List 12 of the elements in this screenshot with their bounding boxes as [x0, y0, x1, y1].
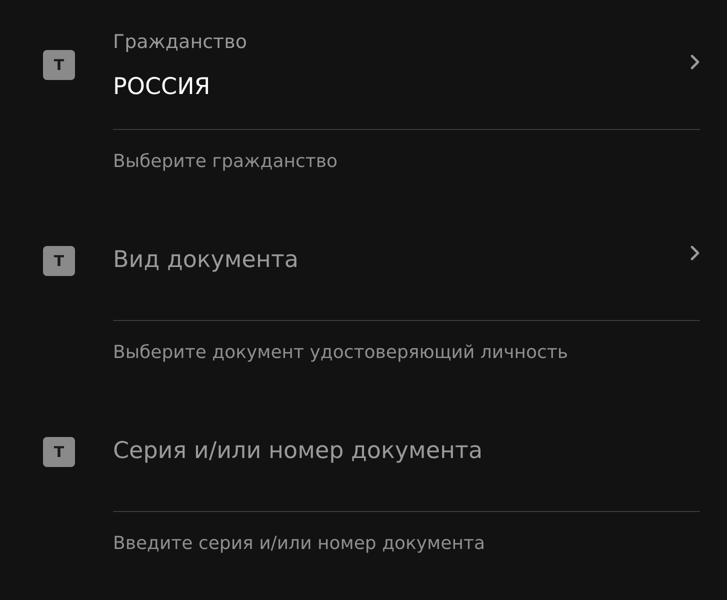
select-field[interactable]: Вид документа [113, 245, 682, 275]
helper-text: Выберите документ удостоверяющий личность [113, 342, 568, 363]
type-badge: T [43, 246, 75, 276]
helper-text: Выберите гражданство [113, 151, 338, 172]
select-field[interactable]: РОССИЯ [113, 72, 682, 102]
type-badge: T [43, 50, 75, 80]
input-field[interactable]: Серия и/или номер документа [113, 436, 700, 466]
chevron-right-icon [690, 245, 700, 261]
chevron-right-icon [690, 54, 700, 70]
helper-text: Введите серия и/или номер документа [113, 533, 485, 554]
type-badge: T [43, 437, 75, 467]
field-label: Гражданство [113, 30, 248, 54]
